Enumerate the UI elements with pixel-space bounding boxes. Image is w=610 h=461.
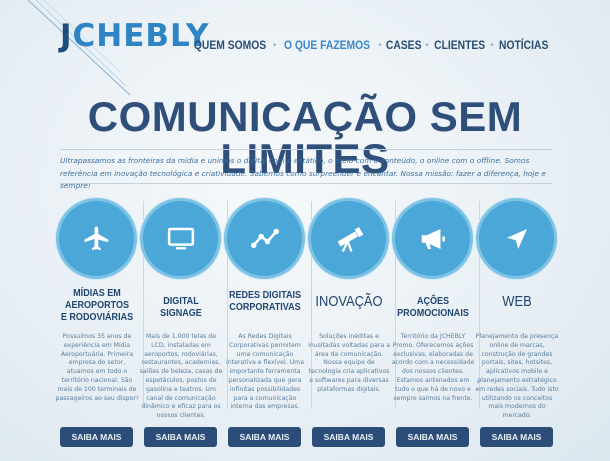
service-description: Território da JCHEBLY Promo. Oferecemos … xyxy=(391,333,475,402)
service-card-midias: MÍDIAS EM AEROPORTOS E RODOVIÁRIAS Possu… xyxy=(55,193,139,461)
service-circle[interactable] xyxy=(227,201,302,276)
main-nav: QUEM SOMOS • O QUE FAZEMOS • CASES • CLI… xyxy=(188,38,552,52)
logo-initial: J xyxy=(60,18,73,54)
service-circle[interactable] xyxy=(311,201,386,276)
divider-top xyxy=(60,149,552,150)
network-icon xyxy=(250,228,279,248)
service-card-acoes-promocionais: AÇÕES PROMOCIONAIS Território da JCHEBLY… xyxy=(391,193,475,461)
service-title: INOVAÇÃO xyxy=(315,293,383,310)
nav-item-quem-somos[interactable]: QUEM SOMOS xyxy=(194,38,266,52)
service-circle[interactable] xyxy=(479,201,554,276)
service-card-digital-signage: DIGITAL SIGNAGE Mais de 1.000 telas de L… xyxy=(139,193,223,461)
intro-text: Ultrapassamos as fronteiras da mídia e u… xyxy=(60,156,546,190)
saiba-mais-button[interactable]: SAIBA MAIS xyxy=(480,427,553,447)
monitor-icon xyxy=(167,227,194,249)
divider-bottom xyxy=(60,183,552,184)
saiba-mais-button[interactable]: SAIBA MAIS xyxy=(144,427,217,447)
service-card-inovacao: INOVAÇÃO Soluções inéditas e inusitadas … xyxy=(307,193,391,461)
nav-item-noticias[interactable]: NOTÍCIAS xyxy=(499,38,548,52)
service-title: REDES DIGITAIS CORPORATIVAS xyxy=(228,289,302,313)
nav-item-clientes[interactable]: CLIENTES xyxy=(434,38,485,52)
service-circle[interactable] xyxy=(143,201,218,276)
service-description: Soluções inéditas e inusitadas voltadas … xyxy=(308,333,390,393)
service-card-redes-digitais: REDES DIGITAIS CORPORATIVAS As Redes Dig… xyxy=(223,193,307,461)
saiba-mais-button[interactable]: SAIBA MAIS xyxy=(312,427,385,447)
service-description: Planejamento da presença online de marca… xyxy=(475,333,559,420)
service-description: As Redes Digitais Corporativas permitem … xyxy=(226,333,304,411)
cursor-arrow-icon xyxy=(506,228,527,249)
services-row: MÍDIAS EM AEROPORTOS E RODOVIÁRIAS Possu… xyxy=(55,193,560,461)
airplane-icon xyxy=(84,226,108,250)
nav-separator: • xyxy=(490,39,494,51)
nav-separator: • xyxy=(378,39,382,51)
service-description: Mais de 1.000 telas de LCD, instaladas e… xyxy=(139,333,223,420)
service-card-web: WEB Planejamento da presença online de m… xyxy=(475,193,559,461)
saiba-mais-button[interactable]: SAIBA MAIS xyxy=(60,427,133,447)
nav-item-o-que-fazemos[interactable]: O QUE FAZEMOS xyxy=(284,38,370,52)
telescope-icon xyxy=(337,226,363,252)
service-title: MÍDIAS EM AEROPORTOS E RODOVIÁRIAS xyxy=(60,287,134,323)
service-title: WEB xyxy=(502,293,532,310)
service-circle[interactable] xyxy=(395,201,470,276)
saiba-mais-button[interactable]: SAIBA MAIS xyxy=(228,427,301,447)
nav-separator: • xyxy=(272,39,277,51)
service-circle[interactable] xyxy=(59,201,134,276)
service-title: AÇÕES PROMOCIONAIS xyxy=(397,295,469,319)
saiba-mais-button[interactable]: SAIBA MAIS xyxy=(396,427,469,447)
service-title: DIGITAL SIGNAGE xyxy=(160,295,202,319)
nav-separator: • xyxy=(425,39,429,51)
service-description: Possuímos 35 anos de experiência em Mídi… xyxy=(55,333,139,402)
nav-item-cases[interactable]: CASES xyxy=(386,38,422,52)
megaphone-icon xyxy=(421,228,445,249)
